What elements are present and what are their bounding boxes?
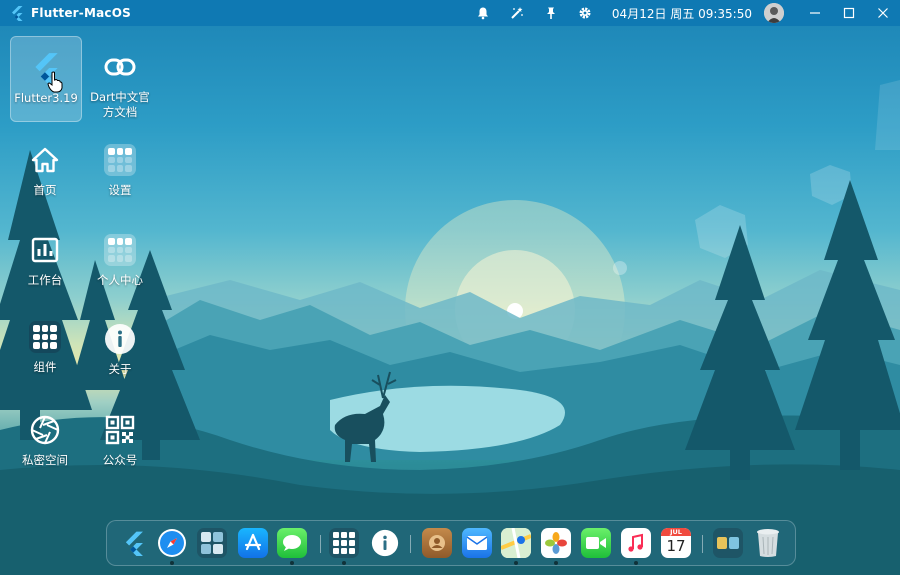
dock-info-icon[interactable] <box>370 528 400 558</box>
desktop-icon-dart-docs[interactable]: Dart中文官方文档 <box>85 50 155 120</box>
top-menu-bar: Flutter-MacOS 04月12日 周五 09:35:50 <box>0 0 900 26</box>
clock-datetime: 04月12日 周五 09:35:50 <box>611 6 752 21</box>
desktop-icon-private-space[interactable]: 私密空间 <box>10 413 80 468</box>
dock-separator <box>320 535 321 553</box>
desktop-icon-label: Flutter3.19 <box>14 91 78 105</box>
dashboard-icon <box>28 233 62 267</box>
dock-launchpad-icon[interactable] <box>329 528 359 558</box>
avatar[interactable] <box>764 3 784 23</box>
dock-trash-icon[interactable] <box>753 528 783 558</box>
maximize-button[interactable] <box>832 0 866 26</box>
dock-mail-icon[interactable] <box>462 528 492 558</box>
dock-photos-icon[interactable] <box>541 528 571 558</box>
running-indicator <box>634 561 638 565</box>
pin-icon[interactable] <box>543 5 559 21</box>
dock-calendar-icon[interactable]: JUL 17 <box>661 528 691 558</box>
close-button[interactable] <box>866 0 900 26</box>
hand-cursor-icon <box>47 71 63 93</box>
running-indicator <box>290 561 294 565</box>
dock-music-icon[interactable] <box>621 528 651 558</box>
desktop-icon-label: 工作台 <box>27 273 63 287</box>
running-indicator <box>554 561 558 565</box>
desktop-icon-label: 首页 <box>33 183 57 197</box>
dock-folder-icon[interactable] <box>713 528 743 558</box>
dock-separator <box>410 535 411 553</box>
desktop-icon-profile[interactable]: 个人中心 <box>85 233 155 288</box>
desktop-icon-home[interactable]: 首页 <box>10 143 80 198</box>
running-indicator <box>170 561 174 565</box>
minimize-button[interactable] <box>798 0 832 26</box>
calendar-day: 17 <box>666 537 686 555</box>
dock-flutter-icon[interactable] <box>119 528 149 558</box>
desktop-icon-label: 个人中心 <box>97 273 143 287</box>
desktop-icon-workbench[interactable]: 工作台 <box>10 233 80 288</box>
home-icon <box>28 143 62 177</box>
dock-separator <box>702 535 703 553</box>
desktop-icon-flutter[interactable]: Flutter3.19 <box>10 36 82 122</box>
dock-messages-icon[interactable] <box>277 528 307 558</box>
dock-contacts-icon[interactable] <box>422 528 452 558</box>
qrcode-icon <box>103 413 137 447</box>
close-icon <box>878 8 888 18</box>
desktop-icon-official-account[interactable]: 公众号 <box>85 413 155 468</box>
minimize-icon <box>810 12 820 14</box>
aperture-icon <box>28 413 62 447</box>
dock-safari-icon[interactable] <box>157 528 187 558</box>
desktop-icon-label: Dart中文官方文档 <box>90 90 150 119</box>
flutter-logo-icon[interactable] <box>9 5 25 21</box>
dock-maps-icon[interactable] <box>501 528 531 558</box>
settings-grid-icon <box>103 143 137 177</box>
profile-grid-icon <box>103 233 137 267</box>
desktop-icon-label: 设置 <box>108 183 132 197</box>
desktop-icon-label: 公众号 <box>102 453 138 467</box>
info-icon <box>103 322 137 356</box>
link-icon <box>103 50 137 84</box>
desktop-icon-components[interactable]: 组件 <box>10 320 80 375</box>
dock-folder-grid-icon[interactable] <box>197 528 227 558</box>
calendar-month: JUL <box>661 528 691 536</box>
components-grid-icon <box>28 320 62 354</box>
window-title: Flutter-MacOS <box>31 6 131 20</box>
desktop-icon-label: 私密空间 <box>22 453 68 467</box>
running-indicator <box>514 561 518 565</box>
gear-icon[interactable] <box>577 5 593 21</box>
desktop-icon-label: 组件 <box>33 360 57 374</box>
dock: JUL 17 <box>106 520 796 566</box>
topbar-right-group: 04月12日 周五 09:35:50 <box>466 0 900 26</box>
maximize-icon <box>843 7 855 19</box>
desktop-icon-settings[interactable]: 设置 <box>85 143 155 198</box>
dock-app-store-icon[interactable] <box>238 528 268 558</box>
bell-icon[interactable] <box>475 5 491 21</box>
running-indicator <box>342 561 346 565</box>
dock-facetime-icon[interactable] <box>581 528 611 558</box>
desktop-icon-about[interactable]: 关于 <box>85 322 155 377</box>
magic-wand-icon[interactable] <box>509 5 525 21</box>
desktop-icon-label: 关于 <box>108 362 132 376</box>
